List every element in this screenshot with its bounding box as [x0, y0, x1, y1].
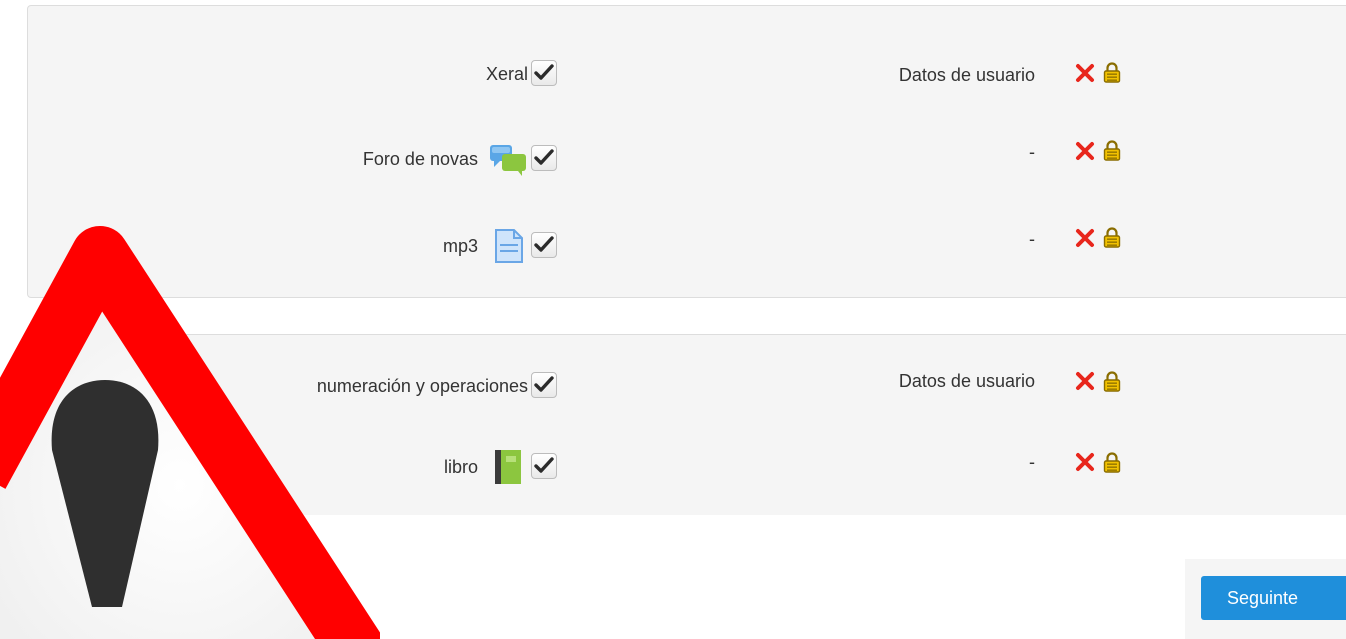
lock-icon[interactable] — [1103, 227, 1121, 248]
row-label-text: mp3 — [442, 235, 478, 256]
remove-icon[interactable] — [1075, 63, 1095, 83]
row-label-text: Xeral — [485, 63, 528, 84]
remove-icon[interactable] — [1075, 371, 1095, 391]
remove-icon[interactable] — [1075, 141, 1095, 161]
checkmark-icon — [534, 376, 554, 392]
warning-sign-icon — [0, 226, 380, 639]
user-data-status: - — [1029, 229, 1035, 249]
remove-icon[interactable] — [1075, 452, 1095, 472]
remove-icon[interactable] — [1075, 228, 1095, 248]
include-checkbox[interactable] — [531, 372, 557, 398]
next-button[interactable]: Seguinte — [1201, 576, 1346, 620]
checkmark-icon — [534, 149, 554, 165]
include-checkbox[interactable] — [531, 60, 557, 86]
user-data-status: - — [1029, 142, 1035, 162]
lock-icon[interactable] — [1103, 62, 1121, 83]
checkmark-icon — [534, 457, 554, 473]
user-data-status: - — [1029, 452, 1035, 472]
book-icon — [495, 450, 521, 484]
lock-icon[interactable] — [1103, 452, 1121, 473]
row-label: Foro de novas — [0, 139, 528, 179]
lock-icon[interactable] — [1103, 140, 1121, 161]
forum-icon — [490, 145, 526, 176]
lock-icon[interactable] — [1103, 371, 1121, 392]
user-data-status: Datos de usuario — [898, 65, 1035, 85]
include-checkbox[interactable] — [531, 232, 557, 258]
row-label: Xeral — [0, 54, 528, 94]
include-checkbox[interactable] — [531, 453, 557, 479]
row-label-text: Foro de novas — [362, 148, 478, 169]
user-data-status: Datos de usuario — [898, 371, 1035, 391]
footer-actions: Seguinte — [1185, 559, 1346, 639]
table-row: Xeral Datos de usuario — [28, 54, 1346, 94]
file-icon — [495, 229, 523, 263]
table-row: Foro de novas - — [28, 139, 1346, 179]
include-checkbox[interactable] — [531, 145, 557, 171]
checkmark-icon — [534, 64, 554, 80]
checkmark-icon — [534, 236, 554, 252]
row-label-text: libro — [443, 456, 478, 477]
